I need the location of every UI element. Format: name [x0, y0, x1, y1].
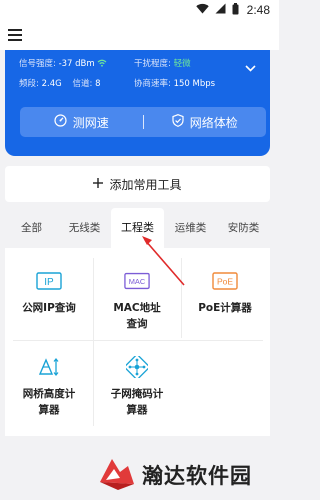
tool-subnet-mask-calculator[interactable]: 子网掩码计 算器	[93, 356, 181, 418]
tab-wireless[interactable]: 无线类	[58, 208, 111, 248]
rate-label: 协商速率:	[134, 79, 171, 89]
rate-value: 150 Mbps	[173, 79, 216, 89]
interference-value: 轻微	[173, 59, 191, 69]
tool-grid: IP 公网IP查询 MAC MAC地址 查询 PoE PoE计算器 网桥高度计 …	[5, 248, 270, 436]
system-icons	[195, 2, 239, 18]
signal-strength-value: -37 dBm	[58, 59, 95, 69]
tool-bridge-height-calculator[interactable]: 网桥高度计 算器	[5, 356, 93, 418]
clock: 2:48	[246, 3, 270, 17]
tool-label-line: 网桥高度计	[22, 388, 76, 400]
signal-strength-label: 信号强度:	[19, 59, 56, 69]
band-value: 2.4G	[41, 79, 62, 89]
tool-label-line: 算器	[126, 404, 148, 416]
interference-label: 干扰程度:	[134, 59, 171, 69]
wifi-strength-icon	[97, 59, 107, 69]
subnet-network-icon	[124, 356, 150, 378]
band-label: 频段:	[19, 79, 39, 89]
tool-label-line: MAC地址	[113, 302, 161, 314]
speed-test-button[interactable]: 测网速	[20, 107, 143, 137]
mac-icon-text: MAC	[129, 277, 146, 286]
category-tabs: 全部 无线类 工程类 运维类 安防类	[5, 208, 270, 248]
tool-bridge-height-calculator-label: 网桥高度计 算器	[9, 386, 89, 418]
mac-icon: MAC	[124, 270, 150, 292]
action-bar: 测网速 网络体检	[20, 107, 266, 137]
hamburger-menu-icon[interactable]	[8, 26, 22, 45]
poe-icon: PoE	[212, 270, 238, 292]
wifi-info-card: 信号强度: -37 dBm 干扰程度: 轻微 频段: 2.4G 信道: 8 协商…	[5, 50, 270, 156]
network-check-label: 网络体检	[189, 115, 238, 130]
tab-engineering[interactable]: 工程类	[111, 208, 164, 248]
grid-divider-horizontal	[13, 340, 263, 341]
add-common-tools-button[interactable]: 添加常用工具	[5, 166, 270, 202]
tool-mac-address-query-label: MAC地址 查询	[97, 300, 177, 332]
tab-all[interactable]: 全部	[5, 208, 58, 248]
tool-label-line: 查询	[126, 318, 148, 330]
ip-icon-text: IP	[44, 277, 54, 288]
tool-public-ip-query-label: 公网IP查询	[9, 300, 89, 316]
watermark-text: 瀚达软件园	[142, 464, 252, 488]
tool-public-ip-query[interactable]: IP 公网IP查询	[5, 270, 93, 316]
action-divider	[142, 115, 144, 129]
poe-icon-text: PoE	[217, 277, 233, 287]
wifi-info-row-1: 信号强度: -37 dBm 干扰程度: 轻微	[19, 58, 256, 70]
channel-value: 8	[95, 79, 101, 89]
network-check-button[interactable]: 网络体检	[144, 107, 267, 137]
tab-operations[interactable]: 运维类	[164, 208, 217, 248]
wifi-icon	[195, 3, 209, 17]
status-bar: 2:48	[0, 0, 279, 20]
plus-icon	[93, 177, 104, 191]
tool-subnet-mask-calculator-label: 子网掩码计 算器	[97, 386, 177, 418]
tool-label-line: PoE计算器	[198, 302, 252, 314]
watermark: 瀚达软件园	[98, 454, 252, 496]
tool-poe-calculator-label: PoE计算器	[185, 300, 265, 316]
tool-poe-calculator[interactable]: PoE PoE计算器	[181, 270, 269, 316]
channel-label: 信道:	[72, 79, 93, 89]
add-common-tools-label: 添加常用工具	[109, 177, 182, 192]
bridge-height-icon	[36, 356, 62, 378]
watermark-logo-icon	[98, 454, 136, 496]
wifi-info-row-2: 频段: 2.4G 信道: 8 协商速率: 150 Mbps	[19, 78, 256, 90]
chevron-down-icon[interactable]	[245, 57, 256, 76]
ip-icon: IP	[36, 270, 62, 292]
speedometer-icon	[54, 114, 67, 130]
signal-icon	[215, 3, 226, 17]
tab-security[interactable]: 安防类	[217, 208, 270, 248]
tool-label-line: 子网掩码计	[110, 388, 164, 400]
app-bar	[0, 20, 279, 50]
tool-mac-address-query[interactable]: MAC MAC地址 查询	[93, 270, 181, 332]
shield-check-icon	[172, 114, 184, 130]
battery-icon	[232, 2, 239, 18]
tool-label-line: 公网IP查询	[22, 302, 76, 314]
tool-label-line: 算器	[38, 404, 60, 416]
speed-test-label: 测网速	[72, 115, 109, 130]
